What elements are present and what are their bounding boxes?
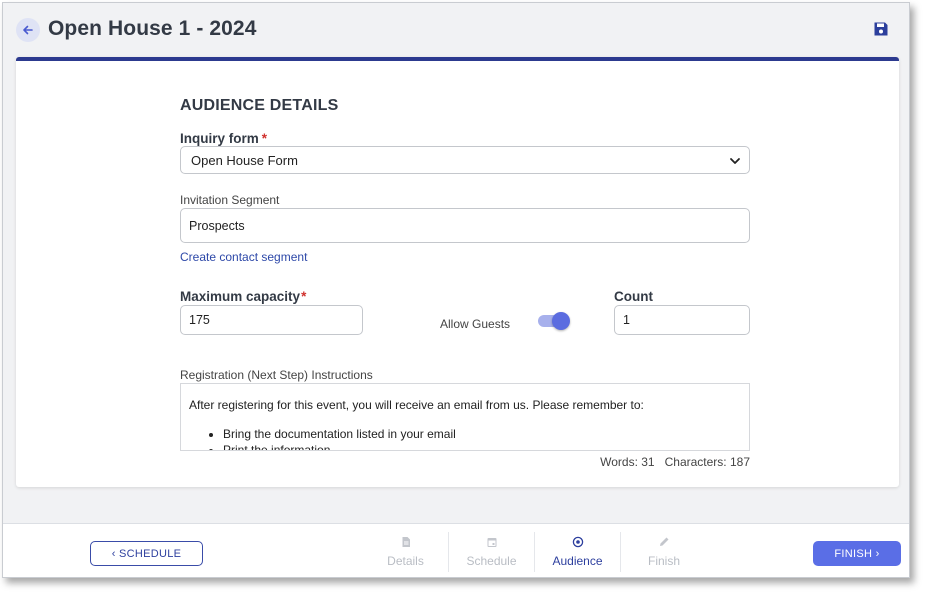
- invitation-segment-value: Prospects: [189, 218, 245, 233]
- page-header: Open House 1 - 2024: [3, 3, 909, 59]
- back-button[interactable]: [16, 18, 40, 42]
- max-capacity-label: Maximum capacity*: [180, 289, 306, 304]
- invitation-segment-input[interactable]: Prospects: [180, 208, 750, 243]
- document-icon: [402, 537, 410, 547]
- count-input[interactable]: 1: [614, 305, 750, 335]
- target-icon: [572, 536, 583, 548]
- back-to-schedule-button[interactable]: ‹ SCHEDULE: [90, 541, 203, 566]
- wizard-footer: ‹ SCHEDULE Details Schedule Audience Fin…: [3, 523, 909, 577]
- finish-button[interactable]: FINISH ›: [813, 541, 901, 566]
- inquiry-form-label: Inquiry form *: [180, 131, 267, 146]
- invitation-segment-label: Invitation Segment: [180, 193, 280, 207]
- step-schedule[interactable]: Schedule: [449, 532, 535, 572]
- step-label: Details: [387, 554, 424, 568]
- count-value: 1: [623, 313, 630, 327]
- word-character-counter: Words: 31 Characters: 187: [600, 455, 750, 469]
- arrow-left-icon: [23, 25, 33, 35]
- wizard-steps: Details Schedule Audience Finish: [363, 532, 707, 576]
- step-label: Audience: [552, 554, 603, 568]
- step-label: Schedule: [466, 554, 517, 568]
- toggle-knob: [552, 312, 570, 330]
- max-capacity-input[interactable]: 175: [180, 305, 363, 335]
- max-capacity-value: 175: [189, 313, 210, 327]
- chevron-down-icon: [730, 158, 740, 164]
- list-item: Print the information: [223, 442, 741, 450]
- inquiry-form-label-text: Inquiry form: [180, 131, 259, 146]
- allow-guests-toggle[interactable]: [538, 312, 570, 330]
- max-capacity-label-text: Maximum capacity: [180, 289, 301, 304]
- allow-guests-label: Allow Guests: [440, 317, 511, 331]
- step-finish[interactable]: Finish: [621, 532, 707, 572]
- create-contact-segment-link[interactable]: Create contact segment: [180, 250, 307, 264]
- list-item: Bring the documentation listed in your e…: [223, 426, 741, 442]
- step-details[interactable]: Details: [363, 532, 449, 572]
- step-label: Finish: [647, 554, 680, 568]
- instructions-editor[interactable]: After registering for this event, you wi…: [180, 383, 750, 451]
- count-label: Count: [614, 289, 653, 304]
- inquiry-form-value: Open House Form: [191, 153, 298, 168]
- page-title: Open House 1 - 2024: [48, 17, 257, 40]
- inquiry-form-select[interactable]: Open House Form: [180, 146, 750, 174]
- save-button[interactable]: [873, 21, 891, 39]
- calendar-icon: [487, 538, 496, 547]
- section-title: AUDIENCE DETAILS: [180, 97, 339, 114]
- floppy-disk-icon: [874, 22, 888, 36]
- instructions-label: Registration (Next Step) Instructions: [180, 368, 373, 382]
- app-window: Open House 1 - 2024 AUDIENCE DETAILS Inq…: [2, 2, 910, 578]
- instructions-intro: After registering for this event, you wi…: [189, 398, 644, 412]
- pencil-icon: [660, 537, 669, 546]
- audience-card: AUDIENCE DETAILS Inquiry form * Open Hous…: [16, 57, 899, 487]
- instructions-list: Bring the documentation listed in your e…: [189, 426, 741, 450]
- step-audience[interactable]: Audience: [535, 532, 621, 572]
- required-marker: *: [261, 131, 268, 146]
- required-marker: *: [301, 289, 307, 304]
